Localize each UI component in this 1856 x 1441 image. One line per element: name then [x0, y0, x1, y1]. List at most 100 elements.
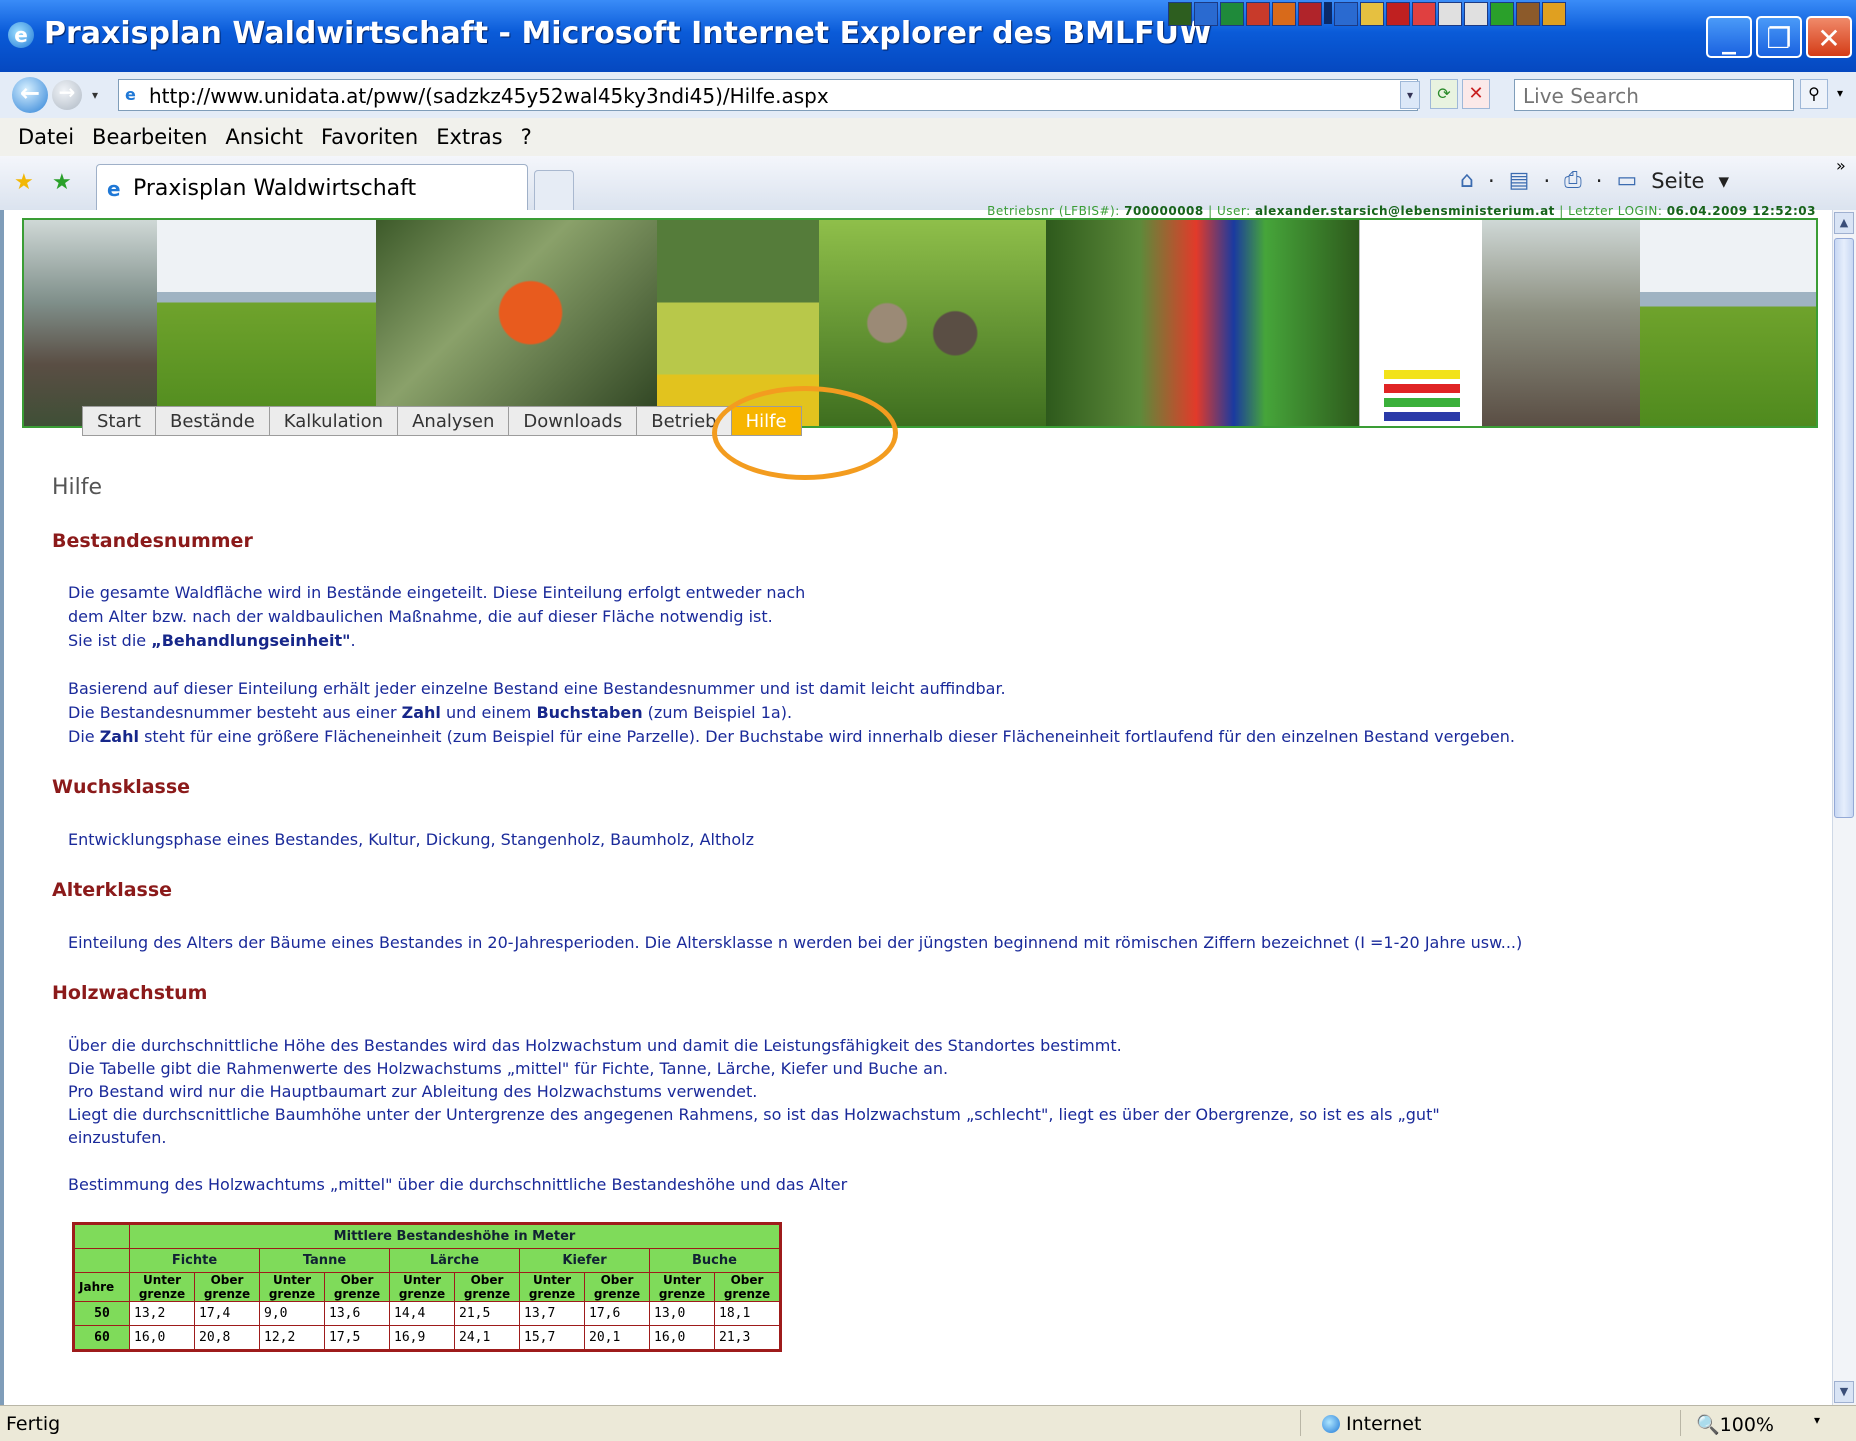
lower-bound-header: Unter grenze [519, 1272, 585, 1302]
minimize-button[interactable]: _ [1706, 16, 1752, 58]
bestandesnummer-line: Die Zahl steht für eine größere Flächene… [68, 727, 1515, 746]
browser-tab[interactable]: e Praxisplan Waldwirtschaft [96, 164, 528, 210]
scroll-down-icon[interactable]: ▼ [1834, 1381, 1854, 1403]
bestandesnummer-line: Die gesamte Waldfläche wird in Bestände … [68, 583, 806, 602]
search-icon[interactable]: ⚲ [1800, 79, 1828, 109]
print-icon[interactable]: ⎙ [1564, 168, 1582, 193]
banner-photo-field [156, 220, 377, 426]
taskbar-tray-icons [1168, 2, 1566, 38]
species-header: Fichte [129, 1248, 260, 1273]
upper-bound-header: Ober grenze [714, 1272, 781, 1302]
zoom-value: 100% [1719, 1414, 1774, 1436]
table-cell: 17,4 [194, 1301, 260, 1326]
bestandesnummer-line: dem Alter bzw. nach der waldbaulichen Ma… [68, 607, 773, 626]
login-value: 06.04.2009 12:52:03 [1666, 204, 1816, 218]
table-cell: 20,1 [584, 1325, 650, 1351]
tab-toolbar: ★ ★ e Praxisplan Waldwirtschaft ⌂ · ▤ · ⎙ ·… [0, 156, 1856, 211]
year-cell: 60 [73, 1325, 130, 1351]
header-banner [22, 218, 1818, 428]
address-field[interactable]: e http://www.unidata.at/pww/(sadzkz45y52… [118, 79, 1418, 111]
menu-datei[interactable]: Datei [18, 125, 74, 149]
table-cell: 16,9 [389, 1325, 455, 1351]
holzwachstum-line: Über die durchschnittliche Höhe des Best… [68, 1036, 1122, 1055]
back-button[interactable] [12, 77, 48, 113]
zoom-dropdown-icon[interactable]: ▾ [1814, 1413, 1820, 1427]
holzwachstum-line: Die Tabelle gibt die Rahmenwerte des Hol… [68, 1059, 949, 1078]
history-dropdown-icon[interactable]: ▾ [92, 88, 98, 102]
heading-holzwachstum: Holzwachstum [52, 982, 208, 1004]
page-icon: e [125, 85, 136, 104]
bestandesnummer-line: Sie ist die „Behandlungseinheit". [68, 631, 356, 650]
holzwachstum-table: Mittlere Bestandeshöhe in Meter Fichte T… [72, 1222, 782, 1352]
table-cell: 16,0 [649, 1325, 715, 1351]
status-text: Fertig [6, 1413, 61, 1435]
favorites-star-icon[interactable]: ★ [14, 170, 34, 195]
search-input[interactable] [1521, 81, 1785, 111]
menu-bearbeiten[interactable]: Bearbeiten [92, 125, 207, 149]
banner-photo-field-2 [1640, 220, 1816, 426]
page-title: Hilfe [52, 475, 103, 500]
upper-bound-header: Ober grenze [454, 1272, 520, 1302]
nav-analysen[interactable]: Analysen [398, 406, 510, 436]
refresh-button[interactable]: ⟳ [1430, 79, 1458, 109]
add-favorites-icon[interactable]: ★ [52, 170, 72, 195]
table-cell: 13,2 [129, 1301, 195, 1326]
toolbar-overflow-icon[interactable]: » [1836, 156, 1846, 175]
command-bar: ⌂ · ▤ · ⎙ · ▭ Seite ▾ [1460, 168, 1730, 193]
species-header: Tanne [259, 1248, 390, 1273]
table-cell: 21,5 [454, 1301, 520, 1326]
close-button[interactable]: ✕ [1806, 16, 1852, 58]
table-cell: 14,4 [389, 1301, 455, 1326]
table-cell: 13,0 [649, 1301, 715, 1326]
nav-bestaende[interactable]: Bestände [155, 406, 270, 436]
ie-logo-icon: e [8, 22, 34, 48]
table-caption: Mittlere Bestandeshöhe in Meter [129, 1223, 781, 1249]
year-cell: 50 [73, 1301, 130, 1326]
nav-kalkulation[interactable]: Kalkulation [269, 406, 399, 436]
zoom-level[interactable]: 🔍100% [1696, 1413, 1774, 1436]
home-icon[interactable]: ⌂ [1460, 168, 1474, 193]
scroll-thumb[interactable] [1834, 238, 1854, 818]
vertical-scrollbar[interactable]: ▲ ▼ [1832, 210, 1856, 1405]
page-icon: ▭ [1616, 168, 1638, 193]
stop-button[interactable]: ✕ [1462, 79, 1490, 109]
window-title: Praxisplan Waldwirtschaft - Microsoft In… [44, 16, 1213, 51]
user-label: User: [1216, 204, 1251, 218]
new-tab-button[interactable] [534, 170, 574, 210]
status-bar: Fertig Internet 🔍100% ▾ [0, 1405, 1856, 1441]
betriebsnr-value: 700000008 [1124, 204, 1204, 218]
search-box[interactable] [1514, 79, 1794, 111]
scroll-up-icon[interactable]: ▲ [1834, 212, 1854, 234]
nav-downloads[interactable]: Downloads [509, 406, 638, 436]
holzwachstum-line: einzustufen. [68, 1128, 167, 1147]
holzwachstum-line: Bestimmung des Holzwachtums „mittel" übe… [68, 1175, 848, 1194]
table-cell: 13,7 [519, 1301, 585, 1326]
species-header: Buche [649, 1248, 781, 1273]
banner-photo-map [1046, 220, 1360, 426]
table-cell: 24,1 [454, 1325, 520, 1351]
holzwachstum-line: Pro Bestand wird nur die Hauptbaumart zu… [68, 1082, 758, 1101]
menu-extras[interactable]: Extras [436, 125, 502, 149]
search-options-dropdown[interactable]: ▾ [1830, 79, 1850, 109]
address-dropdown-button[interactable]: ▾ [1400, 81, 1420, 109]
seite-menu[interactable]: Seite [1651, 169, 1704, 193]
menu-favoriten[interactable]: Favoriten [321, 125, 418, 149]
table-cell: 12,2 [259, 1325, 325, 1351]
upper-bound-header: Ober grenze [194, 1272, 260, 1302]
upper-bound-header: Ober grenze [584, 1272, 650, 1302]
maximize-button[interactable]: ❐ [1756, 16, 1802, 58]
feeds-icon[interactable]: ▤ [1509, 168, 1530, 193]
menu-help[interactable]: ? [521, 125, 532, 149]
forward-button[interactable] [52, 80, 82, 110]
heading-alterklasse: Alterklasse [52, 879, 173, 901]
lower-bound-header: Unter grenze [129, 1272, 195, 1302]
table-cell: 15,7 [519, 1325, 585, 1351]
menu-ansicht[interactable]: Ansicht [225, 125, 303, 149]
window-title-bar[interactable]: e Praxisplan Waldwirtschaft - Microsoft … [0, 0, 1856, 72]
nav-start[interactable]: Start [82, 406, 156, 436]
security-zone[interactable]: Internet [1322, 1413, 1421, 1435]
globe-icon [1322, 1415, 1340, 1433]
table-cell: 17,5 [324, 1325, 390, 1351]
table-cell: 17,6 [584, 1301, 650, 1326]
table-cell: 21,3 [714, 1325, 781, 1351]
